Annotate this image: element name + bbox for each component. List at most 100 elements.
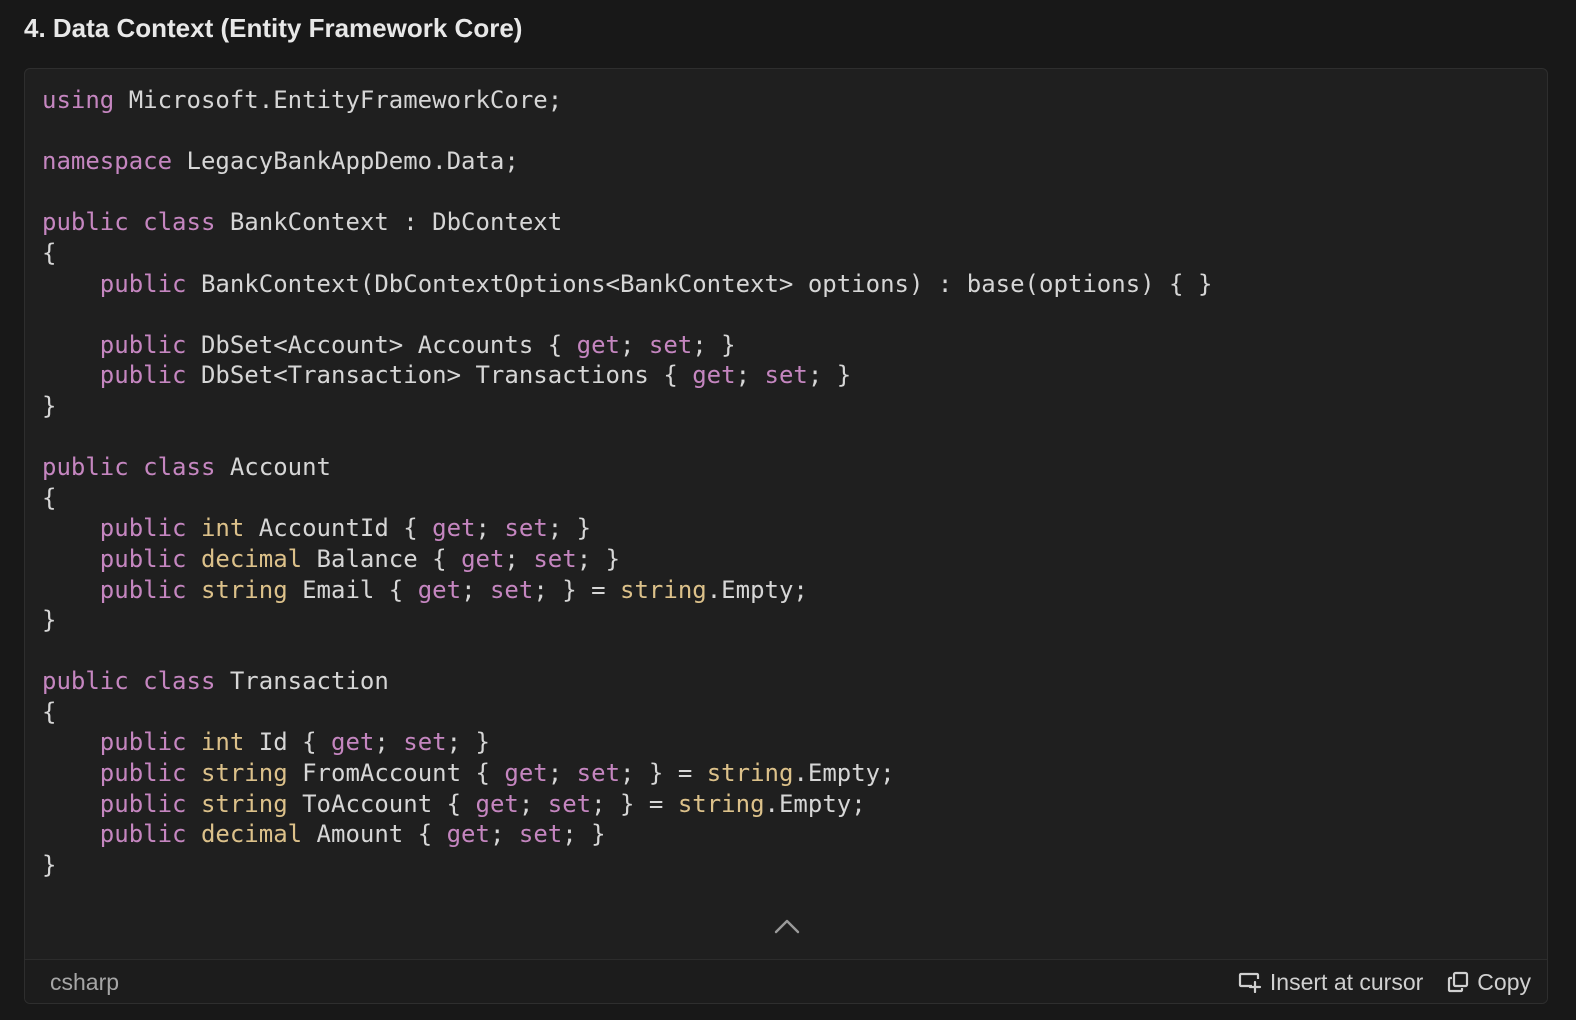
code-text: .Empty; xyxy=(764,789,866,818)
code-text: Amount { xyxy=(302,820,447,849)
code-line: public string FromAccount { get; set; } … xyxy=(42,758,1212,789)
code-line: using Microsoft.EntityFrameworkCore; xyxy=(42,85,1212,116)
code-text: Balance { xyxy=(302,544,462,573)
code-keyword: set xyxy=(576,759,621,788)
code-keyword: set xyxy=(504,514,548,543)
code-keyword: public xyxy=(99,789,187,818)
code-type: string xyxy=(200,575,288,604)
code-keyword: set xyxy=(489,575,534,604)
copy-icon xyxy=(1448,971,1469,993)
code-text: .Empty; xyxy=(706,575,808,604)
code-keyword: using xyxy=(42,86,115,114)
code-keyword: get xyxy=(692,361,736,390)
code-text: { xyxy=(42,697,57,726)
code-keyword: class xyxy=(143,208,216,237)
code-text: ; xyxy=(504,544,534,573)
code-line: public class Account xyxy=(42,452,1212,483)
code-line: public string Email { get; set; } = stri… xyxy=(42,575,1212,606)
code-line: public DbSet<Transaction> Transactions {… xyxy=(42,360,1212,391)
code-text: ToAccount { xyxy=(287,789,476,818)
code-text: { xyxy=(42,238,57,267)
insert-at-cursor-button[interactable]: Insert at cursor xyxy=(1238,969,1423,996)
code-type: string xyxy=(706,759,794,788)
code-line: public class BankContext : DbContext xyxy=(42,207,1212,238)
code-keyword: get xyxy=(475,789,519,818)
code-text: ; xyxy=(374,728,404,757)
code-line: public DbSet<Account> Accounts { get; se… xyxy=(42,330,1212,361)
code-text: LegacyBankAppDemo.Data; xyxy=(172,147,519,176)
code-line: } xyxy=(42,605,1212,636)
code-type: string xyxy=(200,759,288,788)
code-text: FromAccount { xyxy=(287,759,505,788)
code-line: } xyxy=(42,850,1212,881)
code-type: string xyxy=(200,789,288,818)
code-text: ; xyxy=(735,361,765,390)
code-text: ; xyxy=(518,789,548,818)
code-keyword: public xyxy=(99,269,187,298)
code-keyword: class xyxy=(143,453,216,482)
code-text: } xyxy=(42,391,57,420)
code-text: ; } = xyxy=(620,759,707,788)
code-content: using Microsoft.EntityFrameworkCore; name… xyxy=(42,85,1212,880)
code-keyword: public xyxy=(99,330,187,359)
code-keyword: public xyxy=(99,759,187,788)
code-line: public decimal Balance { get; set; } xyxy=(42,544,1212,575)
code-line: public int Id { get; set; } xyxy=(42,727,1212,758)
code-line: { xyxy=(42,238,1212,269)
collapse-code-button[interactable] xyxy=(771,914,803,940)
code-line: public int AccountId { get; set; } xyxy=(42,513,1212,544)
code-text: Microsoft.EntityFrameworkCore; xyxy=(114,86,563,114)
code-keyword: public xyxy=(42,453,129,482)
code-keyword: public xyxy=(42,208,129,237)
code-type: decimal xyxy=(200,820,303,849)
code-text: ; xyxy=(620,330,649,359)
code-text: AccountId { xyxy=(244,514,433,543)
code-text: } xyxy=(42,606,57,635)
code-keyword: get xyxy=(504,759,548,788)
code-keyword: get xyxy=(432,514,476,543)
code-keyword: get xyxy=(461,544,505,573)
copy-label: Copy xyxy=(1477,968,1531,995)
chevron-up-icon xyxy=(774,919,800,934)
code-line: } xyxy=(42,391,1212,422)
code-text: ; xyxy=(475,514,505,543)
code-line: namespace LegacyBankAppDemo.Data; xyxy=(42,146,1212,177)
code-keyword: public xyxy=(99,575,187,604)
code-line: { xyxy=(42,697,1212,728)
code-line: public class Transaction xyxy=(42,666,1212,697)
code-keyword: get xyxy=(446,820,490,849)
code-actions: Insert at cursor Copy xyxy=(1238,960,1531,1003)
code-type: decimal xyxy=(200,544,303,573)
code-keyword: set xyxy=(764,361,808,390)
code-line: public string ToAccount { get; set; } = … xyxy=(42,789,1212,820)
code-keyword: public xyxy=(42,667,129,696)
copy-button[interactable]: Copy xyxy=(1447,969,1531,996)
code-text: BankContext : DbContext xyxy=(215,208,563,237)
code-keyword: public xyxy=(99,361,187,390)
code-keyword: namespace xyxy=(42,147,173,176)
code-keyword: set xyxy=(518,820,563,849)
code-text: ; xyxy=(547,759,577,788)
code-line: public decimal Amount { get; set; } xyxy=(42,819,1212,850)
language-label: csharp xyxy=(50,969,120,995)
code-text: Email { xyxy=(287,575,418,604)
code-line: { xyxy=(42,483,1212,514)
code-text: ; } xyxy=(576,544,621,573)
